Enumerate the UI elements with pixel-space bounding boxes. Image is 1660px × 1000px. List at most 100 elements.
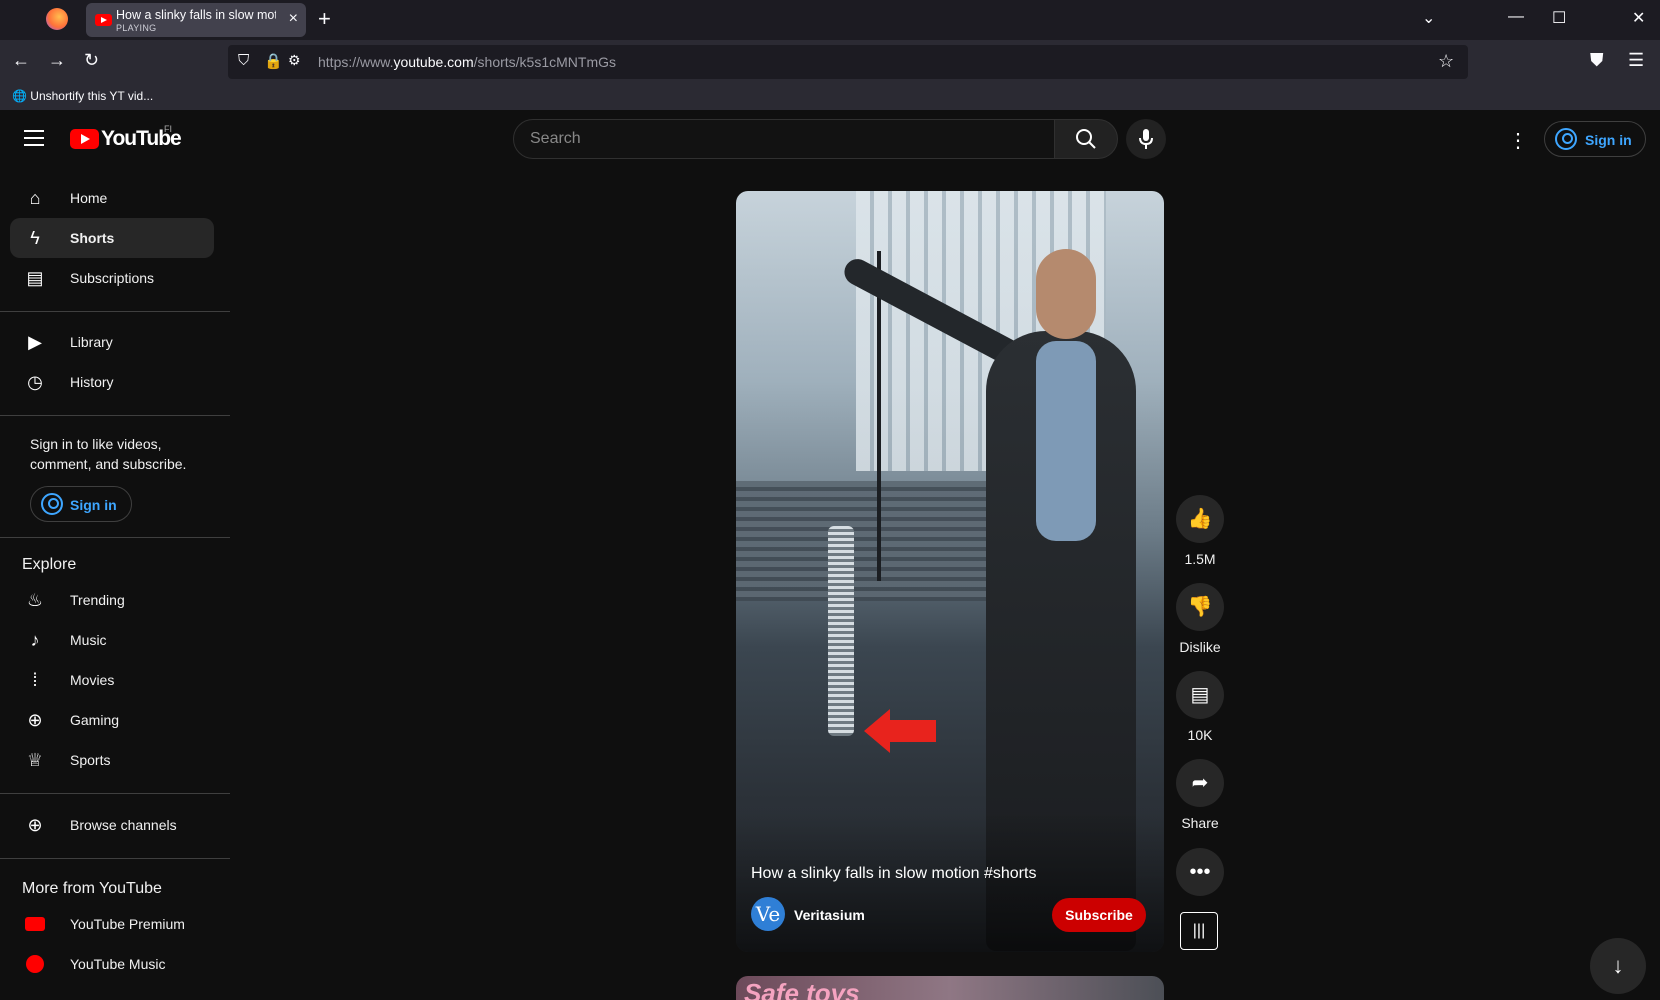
- list-tabs-icon[interactable]: ⌄: [1422, 8, 1435, 28]
- history-icon: ◷: [27, 372, 43, 392]
- sidebar-item-sports[interactable]: ♕ Sports: [10, 740, 214, 780]
- url-text[interactable]: https://www.youtube.com/shorts/k5s1cMNTm…: [318, 54, 616, 70]
- sidebar-item-label: YouTube Premium: [70, 916, 185, 932]
- browser-tab-bar: How a slinky falls in slow motion #short…: [0, 0, 1660, 40]
- explore-heading: Explore: [22, 556, 77, 573]
- dislike-button[interactable]: 👎: [1176, 583, 1224, 631]
- share-button[interactable]: ➦: [1176, 759, 1224, 807]
- sidebar-item-home[interactable]: ⌂ Home: [10, 178, 214, 218]
- new-tab-icon[interactable]: +: [318, 6, 331, 32]
- comment-icon: ▤: [1190, 684, 1210, 706]
- divider: [0, 793, 230, 794]
- video-frame-stairs: [736, 481, 996, 601]
- share-action: ➦ Share: [1176, 759, 1224, 831]
- sidebar-item-label: YouTube Music: [70, 956, 166, 972]
- browser-tab[interactable]: How a slinky falls in slow motion #short…: [86, 3, 306, 37]
- add-circle-icon: ⊕: [27, 815, 43, 835]
- sidebar-item-trending[interactable]: ♨ Trending: [10, 580, 214, 620]
- sidebar-item-label: Library: [70, 334, 113, 350]
- voice-search-button[interactable]: [1126, 119, 1166, 159]
- sidebar-item-gaming[interactable]: ⊕ Gaming: [10, 700, 214, 740]
- tab-playing-status: PLAYING: [116, 23, 157, 33]
- search-button[interactable]: [1054, 119, 1118, 159]
- sidebar-item-movies[interactable]: ⁞ Movies: [10, 660, 214, 700]
- app-menu-icon[interactable]: ☰: [1628, 50, 1644, 71]
- like-button[interactable]: 👍: [1176, 495, 1224, 543]
- sidebar-item-label: Music: [70, 632, 107, 648]
- sidebar-sign-in-button[interactable]: Sign in: [30, 486, 132, 522]
- back-icon[interactable]: ←: [12, 50, 30, 71]
- reload-icon[interactable]: ↻: [84, 50, 99, 71]
- sound-button[interactable]: |||: [1180, 912, 1218, 950]
- movies-icon: ⁞: [32, 670, 38, 690]
- youtube-logo-icon[interactable]: [70, 129, 99, 149]
- pocket-icon[interactable]: ⛊: [1590, 50, 1604, 71]
- url-bar[interactable]: ⛉ 🔒 ⚙ https://www.youtube.com/shorts/k5s…: [228, 45, 1468, 79]
- channel-avatar[interactable]: Ve: [751, 897, 785, 931]
- like-action: 👍 1.5M: [1176, 495, 1224, 567]
- firefox-icon[interactable]: [46, 8, 68, 30]
- bookmark-star-icon[interactable]: ☆: [1438, 51, 1454, 72]
- comment-count: 10K: [1187, 727, 1213, 743]
- arrow-down-icon: ↓: [1612, 953, 1624, 978]
- shield-icon[interactable]: ⛉: [238, 52, 249, 69]
- divider: [0, 858, 230, 859]
- settings-more-icon[interactable]: ⋮: [1508, 128, 1528, 153]
- library-icon: ▶: [28, 332, 42, 352]
- next-short-preview[interactable]: Safe toys: [736, 976, 1164, 1000]
- next-short-preview-text: Safe toys: [744, 978, 860, 1000]
- red-arrow-tail: [890, 720, 936, 742]
- divider: [0, 537, 230, 538]
- divider: [0, 415, 230, 416]
- video-title[interactable]: How a slinky falls in slow motion #short…: [751, 865, 1036, 883]
- comments-action: ▤ 10K: [1176, 671, 1224, 743]
- comments-button[interactable]: ▤: [1176, 671, 1224, 719]
- account-icon: [41, 493, 63, 515]
- close-window-icon[interactable]: ✕: [1632, 8, 1645, 28]
- sidebar-item-youtube-music[interactable]: YouTube Music: [10, 944, 214, 984]
- audio-waveform-icon: |||: [1192, 922, 1206, 939]
- search-input[interactable]: Search: [513, 119, 1055, 159]
- music-icon: ♪: [30, 630, 40, 650]
- minimize-icon[interactable]: —: [1508, 8, 1524, 26]
- dislike-action: 👎 Dislike: [1176, 583, 1224, 655]
- home-icon: ⌂: [29, 188, 41, 208]
- channel-name[interactable]: Veritasium: [794, 907, 865, 923]
- sidebar-item-label: Sports: [70, 752, 111, 768]
- sidebar-item-subscriptions[interactable]: ▤ Subscriptions: [10, 258, 214, 298]
- forward-icon[interactable]: →: [48, 50, 66, 71]
- sidebar: ⌂ Home ϟ Shorts ▤ Subscriptions ▶ Librar…: [0, 166, 230, 1000]
- sign-in-label: Sign in: [70, 497, 117, 513]
- sidebar-item-browse-channels[interactable]: ⊕ Browse channels: [10, 805, 214, 845]
- lock-icon[interactable]: 🔒: [264, 52, 283, 70]
- bookmark-item[interactable]: 🌐 Unshortify this YT vid...: [12, 89, 153, 103]
- sidebar-item-shorts[interactable]: ϟ Shorts: [10, 218, 214, 258]
- shorts-icon: ϟ: [30, 228, 40, 248]
- more-options-button[interactable]: •••: [1176, 848, 1224, 896]
- sidebar-item-history[interactable]: ◷ History: [10, 362, 214, 402]
- close-tab-icon[interactable]: ×: [289, 10, 298, 28]
- red-arrow-icon: [864, 709, 890, 753]
- more-horizontal-icon: •••: [1189, 861, 1211, 883]
- next-video-button[interactable]: ↓: [1590, 938, 1646, 994]
- sidebar-item-library[interactable]: ▶ Library: [10, 322, 214, 362]
- video-frame-shirt: [1036, 341, 1096, 541]
- country-code: FI: [164, 124, 172, 134]
- maximize-icon[interactable]: ☐: [1552, 8, 1566, 28]
- thumbs-up-icon: 👍: [1187, 508, 1213, 530]
- sidebar-item-label: Home: [70, 190, 108, 206]
- subscribe-button[interactable]: Subscribe: [1052, 898, 1146, 932]
- sidebar-item-label: Trending: [70, 592, 125, 608]
- sidebar-item-youtube-premium[interactable]: YouTube Premium: [10, 904, 214, 944]
- subscriptions-icon: ▤: [26, 268, 44, 288]
- sidebar-item-label: Subscriptions: [70, 270, 155, 286]
- more-from-youtube-heading: More from YouTube: [22, 880, 162, 897]
- sidebar-item-music[interactable]: ♪ Music: [10, 620, 214, 660]
- tab-title: How a slinky falls in slow motion #short…: [116, 8, 276, 22]
- menu-icon[interactable]: [24, 130, 44, 151]
- youtube-premium-icon: [24, 914, 46, 934]
- permissions-icon[interactable]: ⚙: [288, 52, 301, 69]
- sign-in-button[interactable]: Sign in: [1544, 121, 1646, 157]
- sidebar-item-label: Movies: [70, 672, 115, 688]
- shorts-video-player[interactable]: How a slinky falls in slow motion #short…: [736, 191, 1164, 952]
